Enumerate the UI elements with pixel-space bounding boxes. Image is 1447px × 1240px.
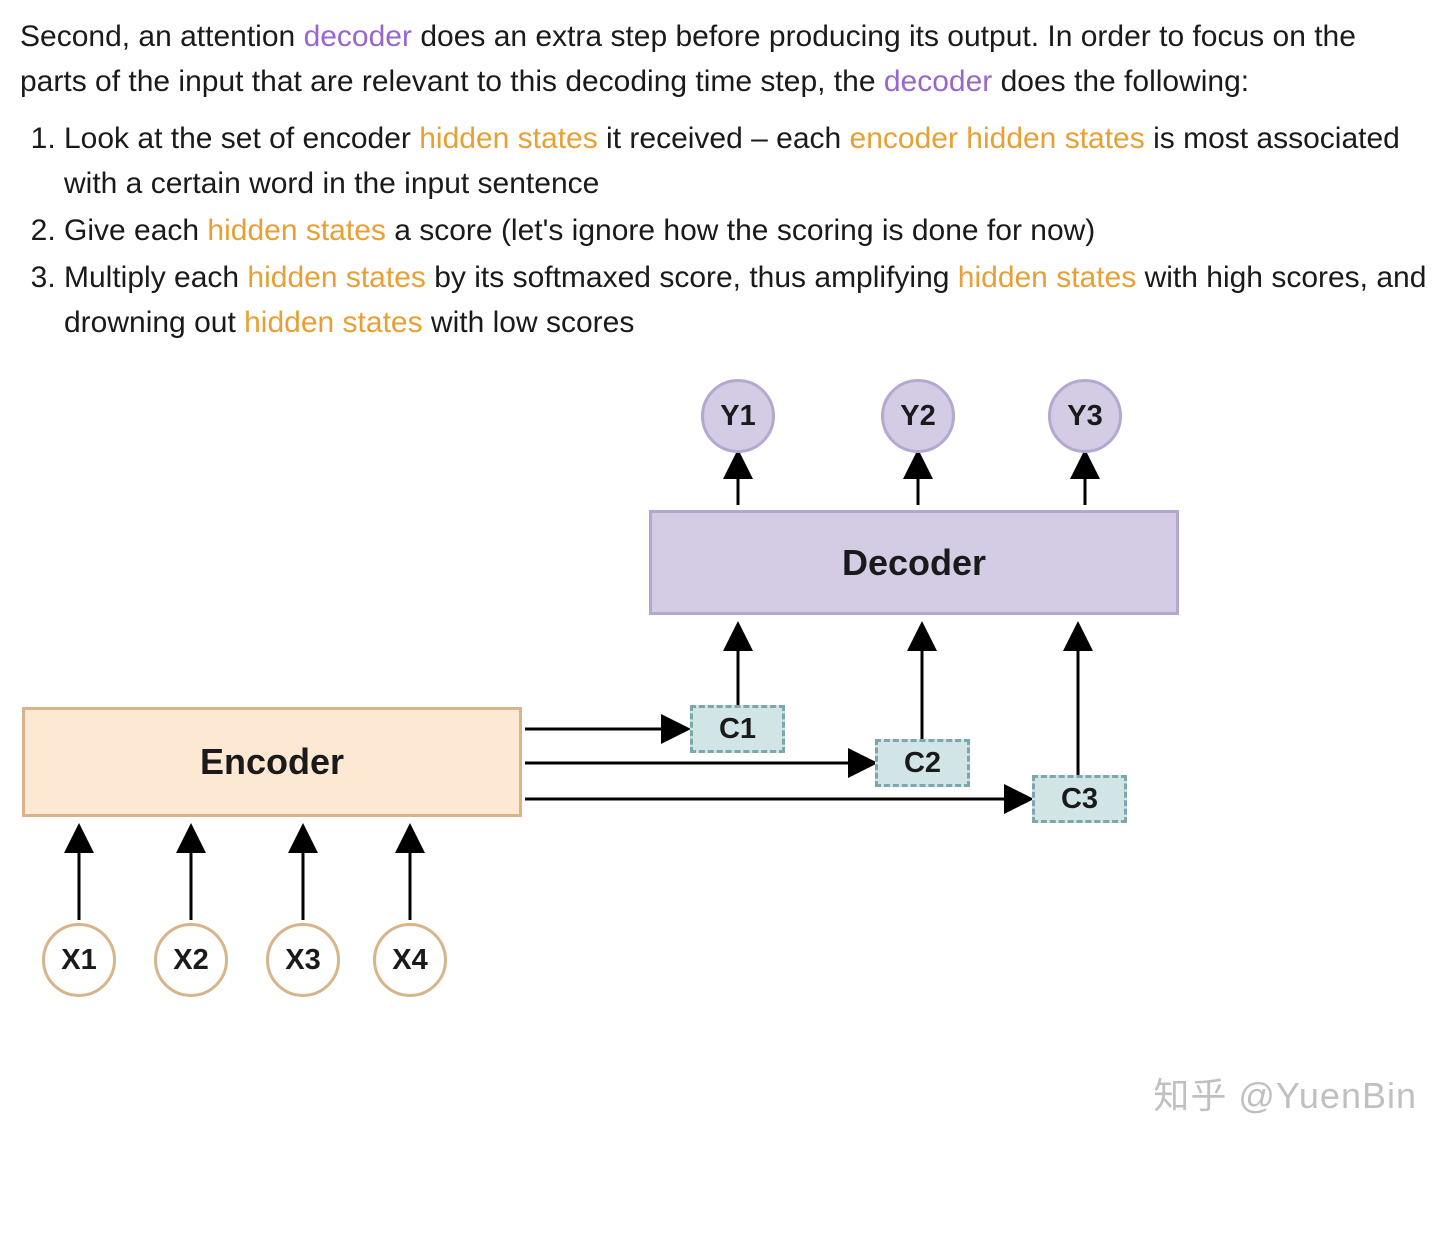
hidden-states-term: hidden states (247, 261, 425, 294)
decoder-term: decoder (884, 65, 992, 98)
text: Look at the set of encoder (64, 122, 419, 155)
output-y1: Y1 (701, 379, 775, 453)
hidden-states-term: hidden states (207, 214, 385, 247)
text: a score (let's ignore how the scoring is… (386, 214, 1095, 247)
text: it received – each (598, 122, 850, 155)
text: Second, an attention (20, 20, 304, 53)
input-x2: X2 (154, 923, 228, 997)
text: Multiply each (64, 261, 247, 294)
input-x4: X4 (373, 923, 447, 997)
context-c2: C2 (875, 739, 970, 787)
hidden-states-term: hidden states (958, 261, 1136, 294)
decoder-box: Decoder (649, 510, 1179, 615)
hidden-states-term: encoder hidden states (850, 122, 1145, 155)
text: Give each (64, 214, 207, 247)
text: does the following: (992, 65, 1249, 98)
text: by its softmaxed score, thus amplifying (426, 261, 958, 294)
context-c1: C1 (690, 705, 785, 753)
input-x1: X1 (42, 923, 116, 997)
output-y2: Y2 (881, 379, 955, 453)
hidden-states-term: hidden states (244, 306, 422, 339)
hidden-states-term: hidden states (419, 122, 597, 155)
encoder-box: Encoder (22, 707, 522, 817)
intro-paragraph: Second, an attention decoder does an ext… (0, 0, 1447, 108)
step-2: Give each hidden states a score (let's i… (64, 208, 1427, 253)
step-3: Multiply each hidden states by its softm… (64, 255, 1427, 345)
output-y3: Y3 (1048, 379, 1122, 453)
input-x3: X3 (266, 923, 340, 997)
decoder-term: decoder (304, 20, 412, 53)
steps-list: Look at the set of encoder hidden states… (0, 108, 1447, 355)
text: with low scores (423, 306, 635, 339)
encoder-decoder-diagram: Encoder Decoder C1 C2 C3 Y1 Y2 Y3 X1 X2 … (0, 355, 1447, 1135)
watermark: 知乎 @YuenBin (1153, 1067, 1417, 1119)
step-1: Look at the set of encoder hidden states… (64, 116, 1427, 206)
context-c3: C3 (1032, 775, 1127, 823)
